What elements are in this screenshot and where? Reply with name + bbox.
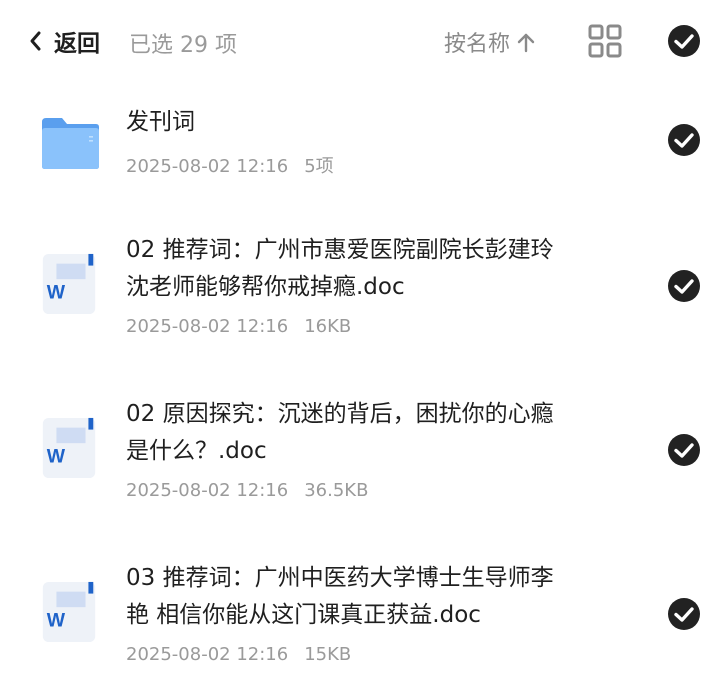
file-size: 36.5KB bbox=[304, 480, 369, 501]
file-name: 02 推荐词：广州市惠爱医院副院长彭建玲 沈老师能够帮你戒掉瘾.doc bbox=[126, 237, 554, 300]
file-meta: 2025-08-02 12:16 16KB bbox=[126, 316, 351, 337]
word-doc-icon: W bbox=[42, 581, 96, 643]
word-doc-icon: W bbox=[42, 417, 96, 479]
svg-text:W: W bbox=[47, 610, 66, 632]
arrow-up-icon bbox=[517, 33, 535, 53]
chevron-left-icon bbox=[30, 31, 41, 51]
list-item[interactable]: W 02 推荐词：广州市惠爱医院副院长彭建玲 沈老师能够帮你戒掉瘾.doc 20… bbox=[0, 232, 712, 362]
folder-icon bbox=[42, 118, 99, 169]
svg-text:W: W bbox=[47, 282, 66, 304]
svg-text:W: W bbox=[47, 446, 66, 468]
sort-button[interactable]: 按名称 bbox=[444, 26, 536, 58]
file-name: 02 原因探究：沉迷的背后，困扰你的心瘾 是什么？.doc bbox=[126, 401, 554, 464]
select-all-check-icon[interactable] bbox=[667, 24, 701, 58]
selection-toolbar: 返回 已选 29 项 按名称 bbox=[0, 0, 712, 82]
file-name: 03 推荐词：广州中医药大学博士生导师李 艳 相信你能从这门课真正获益.doc bbox=[126, 565, 554, 628]
file-name: 发刊词 bbox=[126, 109, 195, 135]
check-circle-icon[interactable] bbox=[667, 433, 701, 467]
word-doc-icon: W bbox=[42, 253, 96, 315]
list-item[interactable]: W 03 推荐词：广州中医药大学博士生导师李 艳 相信你能从这门课真正获益.do… bbox=[0, 560, 712, 690]
back-button[interactable]: 返回 bbox=[28, 24, 100, 58]
file-meta: 2025-08-02 12:16 15KB bbox=[126, 644, 351, 665]
file-date: 2025-08-02 12:16 bbox=[126, 644, 289, 665]
check-circle-icon[interactable] bbox=[667, 597, 701, 631]
selected-count: 已选 29 项 bbox=[129, 33, 237, 58]
list-item[interactable]: W 02 原因探究：沉迷的背后，困扰你的心瘾 是什么？.doc 2025-08-… bbox=[0, 396, 712, 526]
file-meta: 2025-08-02 12:16 5项 bbox=[126, 152, 334, 178]
file-meta: 2025-08-02 12:16 36.5KB bbox=[126, 480, 368, 501]
list-item[interactable]: 发刊词 2025-08-02 12:16 5项 bbox=[0, 100, 712, 190]
file-size: 15KB bbox=[304, 644, 352, 665]
check-circle-icon[interactable] bbox=[667, 123, 701, 157]
file-date: 2025-08-02 12:16 bbox=[126, 480, 289, 501]
file-date: 2025-08-02 12:16 bbox=[126, 156, 289, 177]
sort-label: 按名称 bbox=[444, 32, 511, 57]
file-size: 16KB bbox=[304, 316, 352, 337]
grid-view-icon[interactable] bbox=[588, 24, 622, 58]
file-date: 2025-08-02 12:16 bbox=[126, 316, 289, 337]
file-size: 5项 bbox=[304, 156, 334, 177]
back-label: 返回 bbox=[54, 31, 100, 57]
check-circle-icon[interactable] bbox=[667, 269, 701, 303]
